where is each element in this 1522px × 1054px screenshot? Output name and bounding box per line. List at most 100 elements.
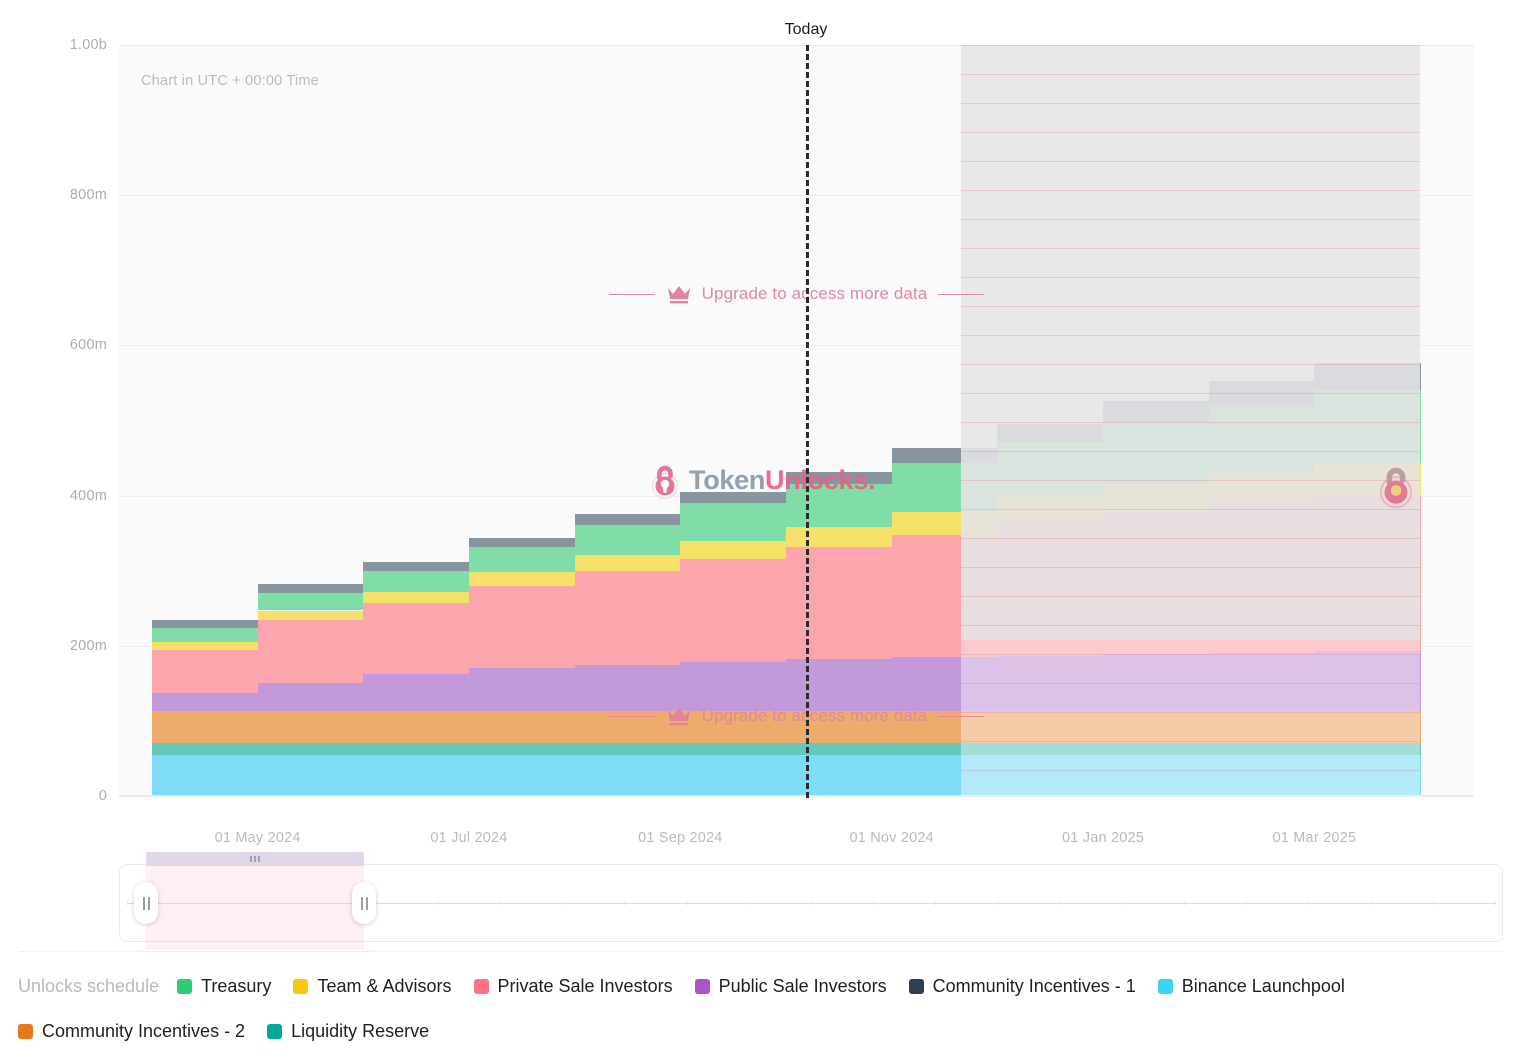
stack-segment[interactable] — [574, 711, 681, 743]
legend-item[interactable]: Liquidity Reserve — [267, 1021, 429, 1042]
stack-segment[interactable] — [1314, 463, 1421, 495]
stack-segment[interactable] — [1103, 654, 1210, 712]
stack-segment[interactable] — [152, 711, 259, 743]
stack-segment[interactable] — [1103, 711, 1210, 743]
stack-segment[interactable] — [891, 657, 998, 712]
stack-segment[interactable] — [786, 527, 893, 548]
stack-segment[interactable] — [1208, 502, 1315, 653]
stack-segment[interactable] — [363, 674, 470, 712]
stack-segment[interactable] — [1208, 652, 1315, 712]
stack-segment[interactable] — [1103, 484, 1210, 512]
stack-segment[interactable] — [1314, 651, 1421, 712]
stack-segment[interactable] — [680, 742, 787, 755]
stack-segment[interactable] — [997, 754, 1104, 796]
stack-segment[interactable] — [574, 570, 681, 665]
stack-segment[interactable] — [997, 742, 1104, 755]
chart-plot-area[interactable]: Upgrade to access more data Upgrade to a… — [119, 45, 1474, 797]
stack-segment[interactable] — [469, 572, 576, 586]
stack-segment[interactable] — [257, 742, 364, 755]
stack-segment[interactable] — [257, 620, 364, 683]
stack-segment[interactable] — [1314, 362, 1421, 390]
stack-segment[interactable] — [891, 742, 998, 755]
stack-segment[interactable] — [891, 711, 998, 743]
stack-segment[interactable] — [1208, 742, 1315, 755]
stack-segment[interactable] — [1208, 381, 1315, 406]
range-selector-handle-left[interactable] — [134, 882, 158, 924]
stack-segment[interactable] — [152, 619, 259, 628]
stack-segment[interactable] — [1103, 754, 1210, 796]
stack-segment[interactable] — [786, 754, 893, 796]
stack-segment[interactable] — [469, 742, 576, 755]
stack-segment[interactable] — [363, 742, 470, 755]
stack-segment[interactable] — [257, 682, 364, 712]
stack-segment[interactable] — [680, 711, 787, 743]
stack-segment[interactable] — [363, 602, 470, 675]
stack-segment[interactable] — [1103, 742, 1210, 755]
stack-segment[interactable] — [574, 754, 681, 796]
stack-segment[interactable] — [152, 742, 259, 755]
stack-segment[interactable] — [152, 754, 259, 796]
stack-segment[interactable] — [1314, 754, 1421, 796]
stack-segment[interactable] — [1208, 754, 1315, 796]
stack-segment[interactable] — [152, 649, 259, 694]
stack-segment[interactable] — [1314, 711, 1421, 743]
stack-segment[interactable] — [574, 664, 681, 712]
stack-segment[interactable] — [680, 661, 787, 712]
stack-segment[interactable] — [574, 524, 681, 555]
legend-item[interactable]: Treasury — [177, 976, 271, 997]
stack-segment[interactable] — [363, 754, 470, 796]
stacked-area-series[interactable] — [119, 45, 1474, 796]
stack-segment[interactable] — [1208, 711, 1315, 743]
stack-segment[interactable] — [1103, 400, 1210, 422]
stack-segment[interactable] — [1208, 473, 1315, 503]
stack-segment[interactable] — [469, 711, 576, 743]
stack-segment[interactable] — [1314, 742, 1421, 755]
stack-segment[interactable] — [786, 547, 893, 659]
stack-segment[interactable] — [680, 558, 787, 662]
stack-segment[interactable] — [469, 585, 576, 669]
stack-segment[interactable] — [574, 514, 681, 525]
stack-segment[interactable] — [680, 503, 787, 541]
stack-segment[interactable] — [469, 668, 576, 712]
stack-segment[interactable] — [469, 547, 576, 573]
stack-segment[interactable] — [1103, 511, 1210, 655]
stack-segment[interactable] — [786, 484, 893, 528]
stack-segment[interactable] — [997, 711, 1104, 743]
stack-segment[interactable] — [363, 591, 470, 603]
stack-segment[interactable] — [997, 423, 1104, 442]
stack-segment[interactable] — [257, 754, 364, 796]
stack-segment[interactable] — [1103, 422, 1210, 485]
legend-item[interactable]: Community Incentives - 1 — [908, 976, 1136, 997]
stack-segment[interactable] — [363, 562, 470, 572]
stack-segment[interactable] — [997, 497, 1104, 522]
legend-item[interactable]: Public Sale Investors — [694, 976, 887, 997]
stack-segment[interactable] — [997, 655, 1104, 712]
stack-segment[interactable] — [257, 610, 364, 621]
range-selector-handle-right[interactable] — [352, 882, 376, 924]
stack-segment[interactable] — [257, 584, 364, 594]
stack-segment[interactable] — [997, 441, 1104, 498]
stack-segment[interactable] — [891, 754, 998, 796]
range-selector[interactable] — [119, 852, 1503, 950]
stack-segment[interactable] — [152, 693, 259, 712]
stack-segment[interactable] — [891, 534, 998, 658]
stack-segment[interactable] — [257, 593, 364, 611]
stack-segment[interactable] — [1314, 389, 1421, 464]
stack-segment[interactable] — [680, 754, 787, 796]
stack-segment[interactable] — [786, 658, 893, 712]
legend-item[interactable]: Team & Advisors — [293, 976, 452, 997]
stack-segment[interactable] — [786, 471, 893, 485]
stack-segment[interactable] — [152, 627, 259, 643]
stack-segment[interactable] — [680, 491, 787, 504]
stack-segment[interactable] — [891, 462, 998, 513]
stack-segment[interactable] — [997, 521, 1104, 656]
stack-segment[interactable] — [469, 754, 576, 796]
stack-segment[interactable] — [1208, 405, 1315, 474]
legend-item[interactable]: Binance Launchpool — [1157, 976, 1345, 997]
stack-segment[interactable] — [891, 512, 998, 535]
stack-segment[interactable] — [574, 554, 681, 571]
stack-segment[interactable] — [680, 540, 787, 559]
stack-segment[interactable] — [363, 571, 470, 592]
stack-segment[interactable] — [786, 711, 893, 743]
stack-segment[interactable] — [363, 711, 470, 743]
